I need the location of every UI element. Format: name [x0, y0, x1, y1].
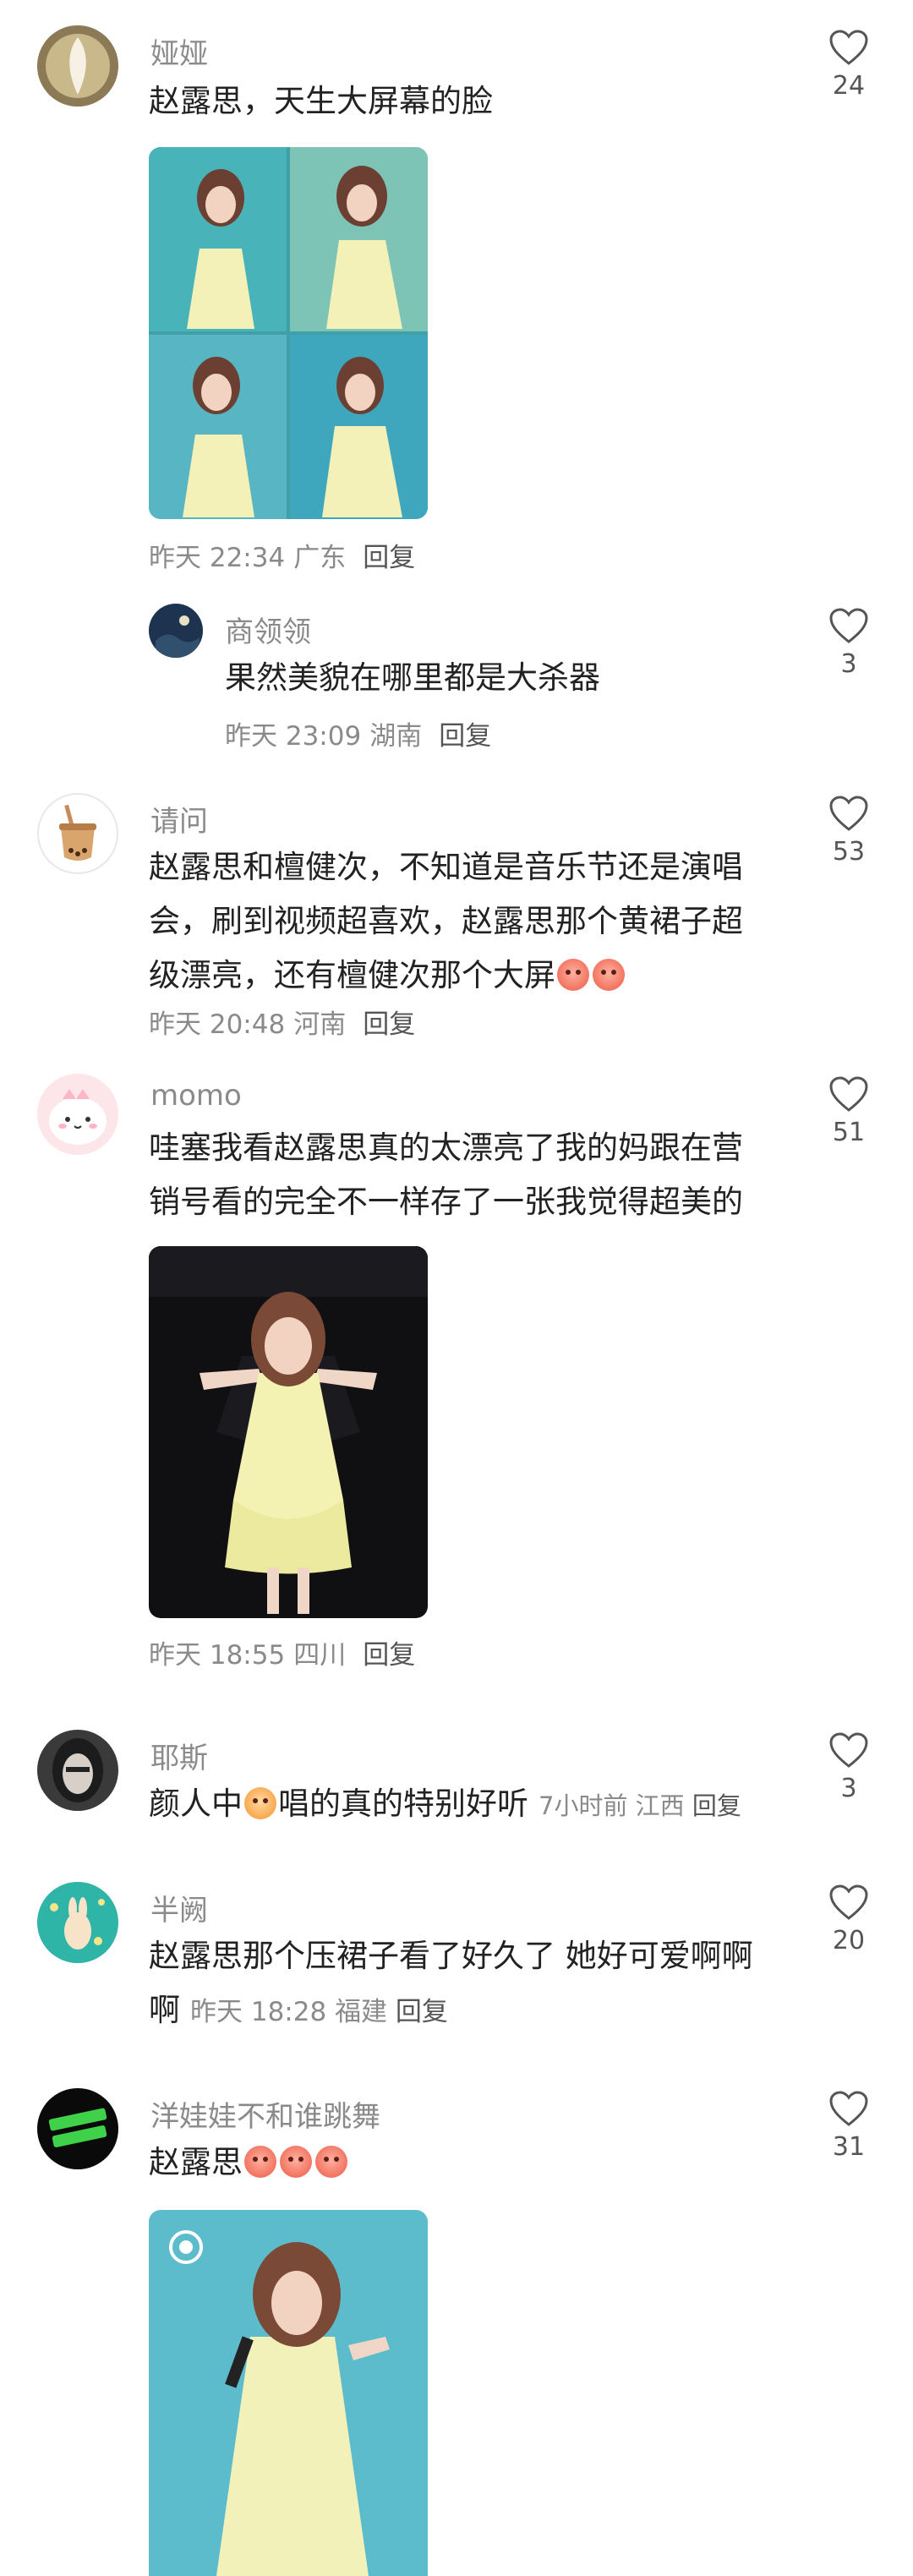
like-button[interactable]: 51	[823, 1075, 874, 1147]
like-count: 3	[840, 649, 857, 679]
comment-text-segment: 唱的真的特别好听	[278, 1786, 528, 1822]
comment-time: 昨天 20:48	[149, 1009, 286, 1040]
heart-outline-icon	[829, 796, 868, 831]
like-count: 31	[832, 2132, 866, 2162]
comment-text-line: 销号看的完全不一样存了一张我觉得超美的	[149, 1184, 743, 1220]
comment-text-line: 赵露思那个压裙子看了好久了 她好可爱啊啊	[149, 1938, 753, 1974]
comment-text-segment: 啊	[149, 1992, 180, 2028]
avatar[interactable]	[37, 793, 118, 874]
username[interactable]: 娅娅	[150, 30, 208, 72]
like-count: 20	[832, 1926, 866, 1955]
like-button[interactable]: 3	[823, 1731, 874, 1803]
grinning-face-emoji-icon	[244, 2146, 276, 2178]
reply-button[interactable]: 回复	[439, 721, 491, 752]
comment-text-segment: 级漂亮，还有檀健次那个大屏	[149, 957, 555, 993]
like-count: 3	[840, 1774, 857, 1803]
comment-time: 7小时前	[539, 1791, 628, 1820]
heart-outline-icon	[829, 30, 868, 65]
grinning-face-emoji-icon	[593, 959, 625, 991]
comment-location: 广东	[293, 543, 347, 573]
comment-text: 颜人中 唱的真的特别好听 7小时前 江西 回复	[149, 1777, 741, 1833]
username[interactable]: 耶斯	[150, 1735, 208, 1776]
reply-button[interactable]: 回复	[363, 543, 415, 573]
comment-location: 湖南	[369, 721, 423, 752]
comment-time: 昨天 18:28	[190, 1997, 327, 2027]
comment-location: 福建	[335, 1997, 388, 2027]
heart-outline-icon	[829, 2091, 868, 2126]
comment-location: 江西	[635, 1791, 685, 1820]
comment-image[interactable]	[149, 147, 428, 519]
like-button[interactable]: 53	[823, 795, 874, 867]
grinning-face-emoji-icon	[557, 959, 589, 991]
comment-text: 哇塞我看赵露思真的太漂亮了我的妈跟在营 销号看的完全不一样存了一张我觉得超美的	[149, 1121, 791, 1229]
comment-meta: 昨天 22:34 广东 回复	[149, 536, 424, 574]
comment-text: 果然美貌在哪里都是大杀器	[225, 659, 600, 696]
loudly-crying-emoji-icon	[244, 1787, 276, 1819]
like-count: 24	[832, 71, 866, 101]
comment-text-segment: 颜人中	[149, 1786, 243, 1822]
comment-time: 昨天 23:09	[225, 721, 362, 752]
comment-time: 昨天 18:55	[149, 1640, 286, 1671]
comment-time: 昨天 22:34	[149, 543, 286, 573]
comment-meta: 昨天 18:55 四川 回复	[149, 1633, 424, 1671]
comment-image[interactable]	[149, 2210, 428, 2576]
like-count: 51	[832, 1118, 866, 1147]
heart-outline-icon	[829, 1076, 868, 1112]
grinning-face-emoji-icon	[280, 2146, 312, 2178]
avatar[interactable]	[149, 604, 203, 658]
username[interactable]: 洋娃娃不和谁跳舞	[150, 2093, 380, 2135]
comment-meta: 7小时前 江西 回复	[539, 1791, 741, 1820]
comment-image[interactable]	[149, 1246, 428, 1618]
comment-meta: 昨天 23:09 湖南 回复	[225, 714, 500, 752]
reply-button[interactable]: 回复	[396, 1997, 448, 2027]
heart-outline-icon	[829, 608, 868, 643]
username[interactable]: 请问	[150, 798, 208, 840]
comment-text-line: 级漂亮，还有檀健次那个大屏	[149, 949, 791, 1003]
grinning-face-emoji-icon	[315, 2146, 347, 2178]
heart-outline-icon	[829, 1732, 868, 1768]
like-count: 53	[832, 837, 866, 867]
comment-text: 赵露思那个压裙子看了好久了 她好可爱啊啊 啊昨天 18:28 福建 回复	[149, 1929, 791, 2039]
avatar[interactable]	[37, 25, 118, 107]
avatar[interactable]	[37, 2088, 118, 2169]
username[interactable]: momo	[150, 1079, 242, 1113]
comment-text: 赵露思和檀健次，不知道是音乐节还是演唱 会，刷到视频超喜欢，赵露思那个黄裙子超 …	[149, 840, 791, 1003]
comment-text-segment: 赵露思	[149, 2144, 243, 2180]
like-button[interactable]: 20	[823, 1884, 874, 1955]
comment-meta: 昨天 18:28 福建 回复	[190, 1997, 448, 2027]
avatar[interactable]	[37, 1882, 118, 1963]
comment-text: 赵露思，天生大屏幕的脸	[149, 83, 493, 119]
comment-location: 四川	[293, 1640, 347, 1671]
comment-location: 河南	[293, 1009, 347, 1040]
comment-text-line: 赵露思和檀健次，不知道是音乐节还是演唱	[149, 849, 743, 885]
like-button[interactable]: 3	[823, 607, 874, 679]
comment-text-line: 啊昨天 18:28 福建 回复	[149, 1983, 791, 2039]
avatar[interactable]	[37, 1074, 118, 1155]
avatar[interactable]	[37, 1730, 118, 1811]
comment-text-line: 会，刷到视频超喜欢，赵露思那个黄裙子超	[149, 903, 743, 939]
reply-button[interactable]: 回复	[692, 1791, 741, 1820]
username[interactable]: 商领领	[225, 609, 311, 650]
like-button[interactable]: 31	[823, 2090, 874, 2162]
reply-button[interactable]: 回复	[363, 1009, 415, 1040]
reply-button[interactable]: 回复	[363, 1640, 415, 1671]
heart-outline-icon	[829, 1884, 868, 1920]
comment-meta: 昨天 20:48 河南 回复	[149, 1003, 424, 1041]
like-button[interactable]: 24	[823, 29, 874, 101]
comment-text: 赵露思	[149, 2136, 349, 2190]
comment-text-line: 哇塞我看赵露思真的太漂亮了我的妈跟在营	[149, 1129, 743, 1166]
username[interactable]: 半阙	[150, 1887, 208, 1928]
